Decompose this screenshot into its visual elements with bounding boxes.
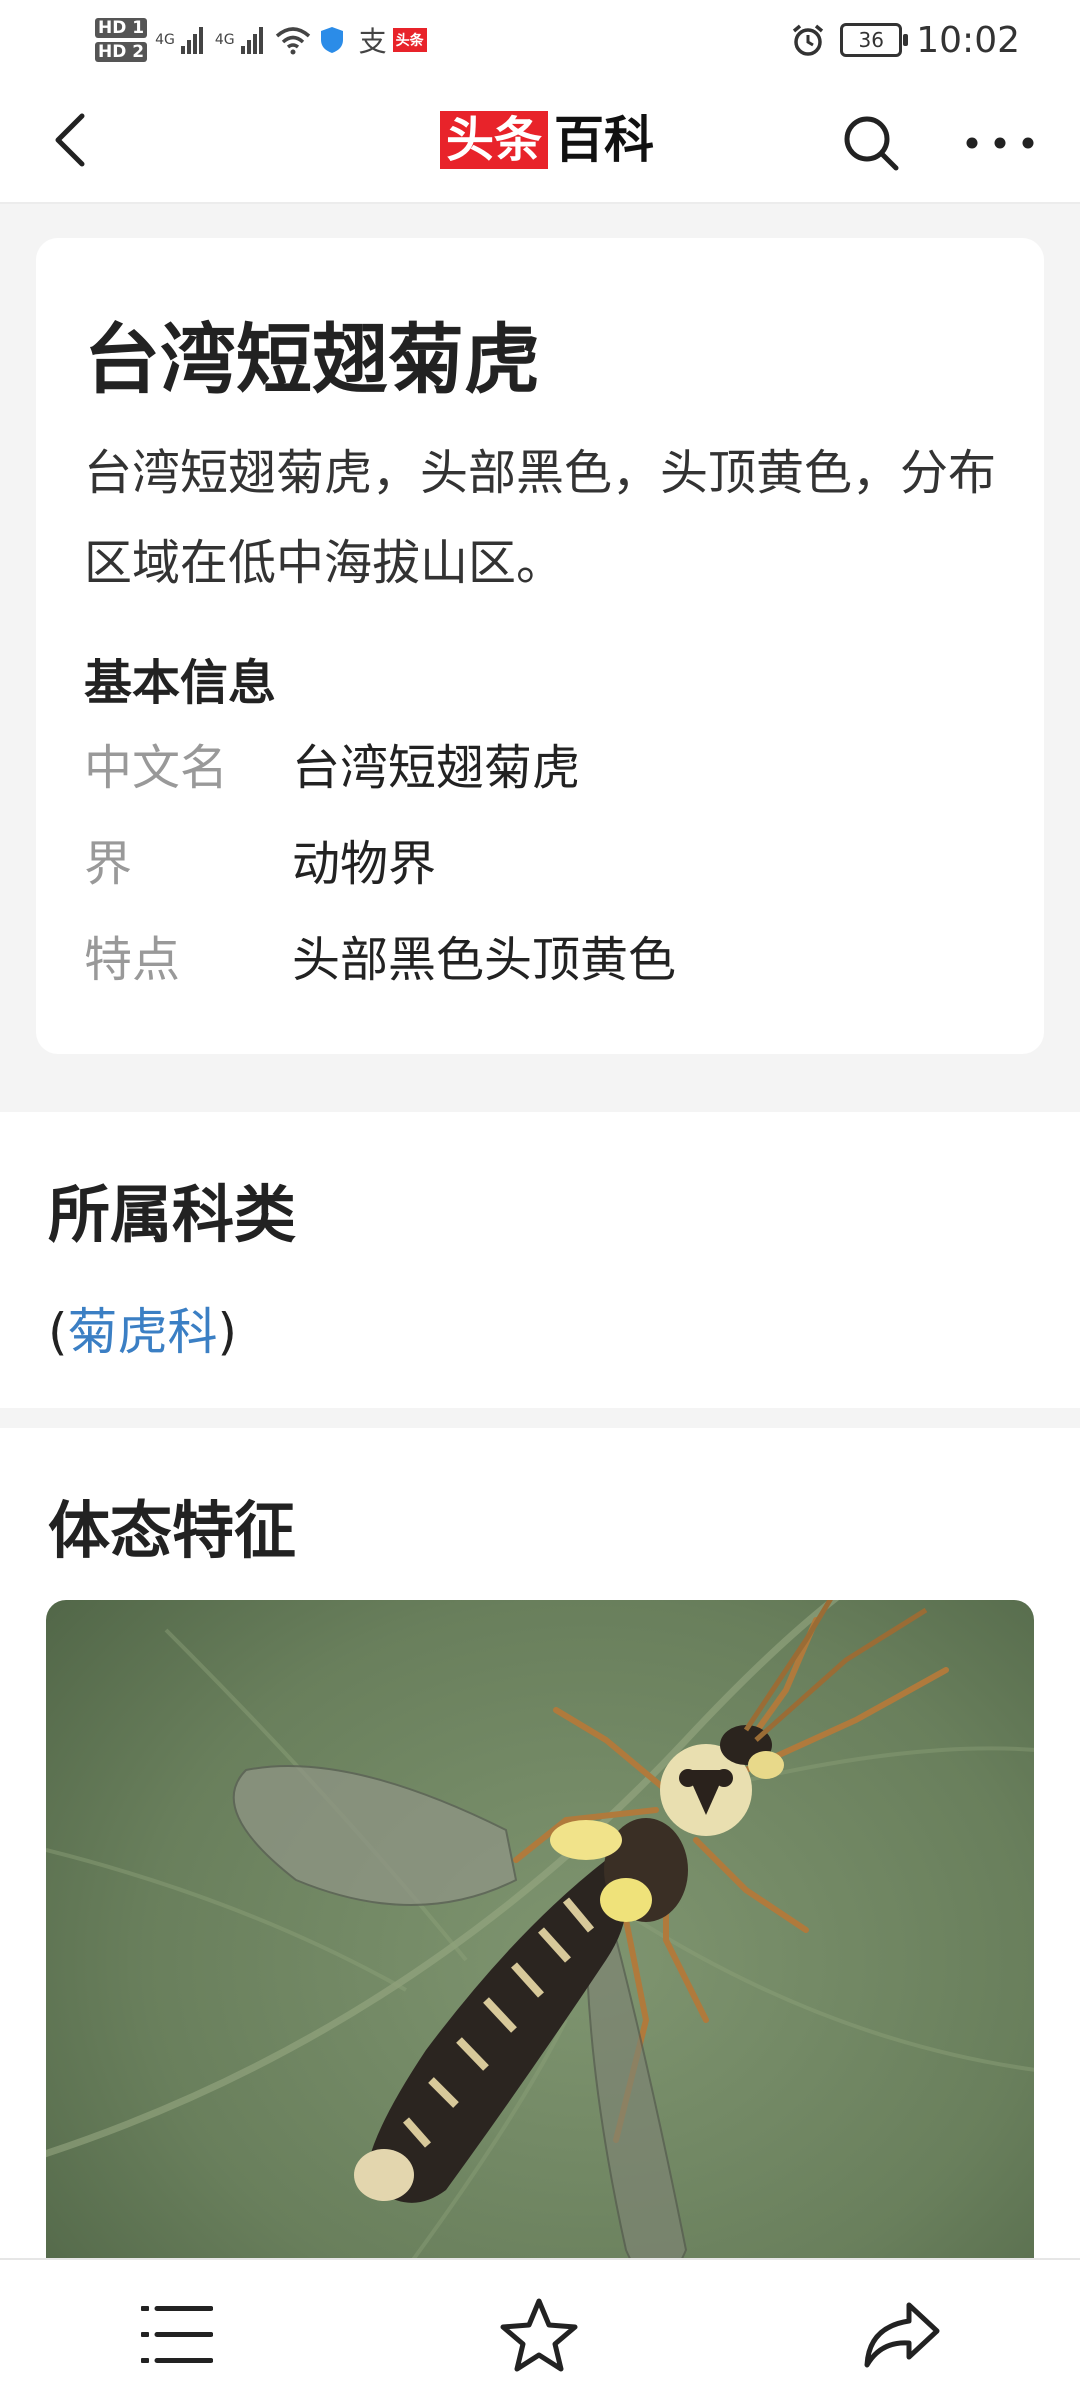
info-value: 头部黑色头顶黄色 — [292, 932, 677, 988]
hd2-indicator: HD 2 — [95, 42, 148, 62]
info-value: 台湾短翅菊虎 — [292, 740, 581, 796]
close-paren: ) — [217, 1303, 238, 1361]
hd1-indicator: HD 1 — [95, 18, 148, 38]
bottom-toolbar — [0, 2258, 1080, 2402]
summary-card: 台湾短翅菊虎 台湾短翅菊虎，头部黑色，头顶黄色，分布区域在低中海拔山区。 基本信… — [36, 238, 1044, 1054]
status-right-group: 36 10:02 — [790, 10, 1020, 70]
info-key: 中文名 — [84, 740, 229, 796]
app-logo: 头条 百科 — [440, 110, 654, 170]
alarm-icon — [793, 24, 824, 56]
logo-black-part: 百科 — [554, 111, 655, 169]
logo-red-part: 头条 — [440, 111, 549, 169]
favorite-button[interactable] — [494, 2290, 584, 2380]
info-row-features: 特点 头部黑色头顶黄色 — [84, 920, 676, 990]
hd-indicators: HD 1 HD 2 — [95, 18, 148, 62]
star-icon — [500, 2298, 578, 2372]
morphology-section-title: 体态特征 — [48, 1494, 297, 1567]
more-dots-icon — [966, 137, 1034, 149]
info-key: 界 — [84, 836, 133, 892]
info-value: 动物界 — [292, 836, 437, 892]
signal-icon — [240, 26, 263, 54]
nav-bar: 头条 百科 — [0, 80, 1080, 204]
family-section-title: 所属科类 — [48, 1178, 297, 1251]
network-type-2: 4G — [214, 32, 235, 48]
info-row-chinese-name: 中文名 台湾短翅菊虎 — [84, 728, 580, 798]
family-line: (菊虎科) — [48, 1292, 237, 1364]
clock-time: 10:02 — [916, 19, 1020, 61]
family-link[interactable]: 菊虎科 — [68, 1303, 218, 1361]
alipay-icon: 支 — [358, 25, 387, 58]
chevron-left-icon — [55, 113, 85, 167]
open-paren: ( — [48, 1303, 68, 1361]
share-button[interactable] — [856, 2290, 946, 2380]
basic-info-heading: 基本信息 — [84, 655, 277, 711]
status-left-group: HD 1 HD 2 4G 4G 支 头条 — [95, 10, 427, 70]
more-button[interactable] — [960, 110, 1040, 176]
back-button[interactable] — [40, 110, 100, 170]
toutiao-badge-icon: 头条 — [392, 28, 427, 52]
page-title: 台湾短翅菊虎 — [84, 315, 540, 404]
info-row-kingdom: 界 动物界 — [84, 824, 436, 894]
signal-icon — [180, 26, 203, 54]
family-section: 所属科类 (菊虎科) — [0, 1112, 1080, 1408]
morphology-section: 体态特征 — [0, 1428, 1080, 2400]
search-button[interactable] — [838, 110, 904, 176]
shield-icon — [320, 27, 343, 53]
share-icon — [864, 2302, 940, 2368]
battery-icon: 36 — [840, 23, 909, 57]
search-icon — [844, 116, 899, 171]
summary-description: 台湾短翅菊虎，头部黑色，头顶黄色，分布区域在低中海拔山区。 — [84, 445, 997, 591]
menu-button[interactable] — [132, 2290, 222, 2380]
network-type-1: 4G — [155, 32, 175, 48]
wifi-icon — [275, 27, 310, 55]
info-key: 特点 — [84, 932, 181, 988]
status-bar: HD 1 HD 2 4G 4G 支 头条 36 10:02 — [0, 0, 1080, 80]
list-menu-icon — [141, 2306, 213, 2363]
